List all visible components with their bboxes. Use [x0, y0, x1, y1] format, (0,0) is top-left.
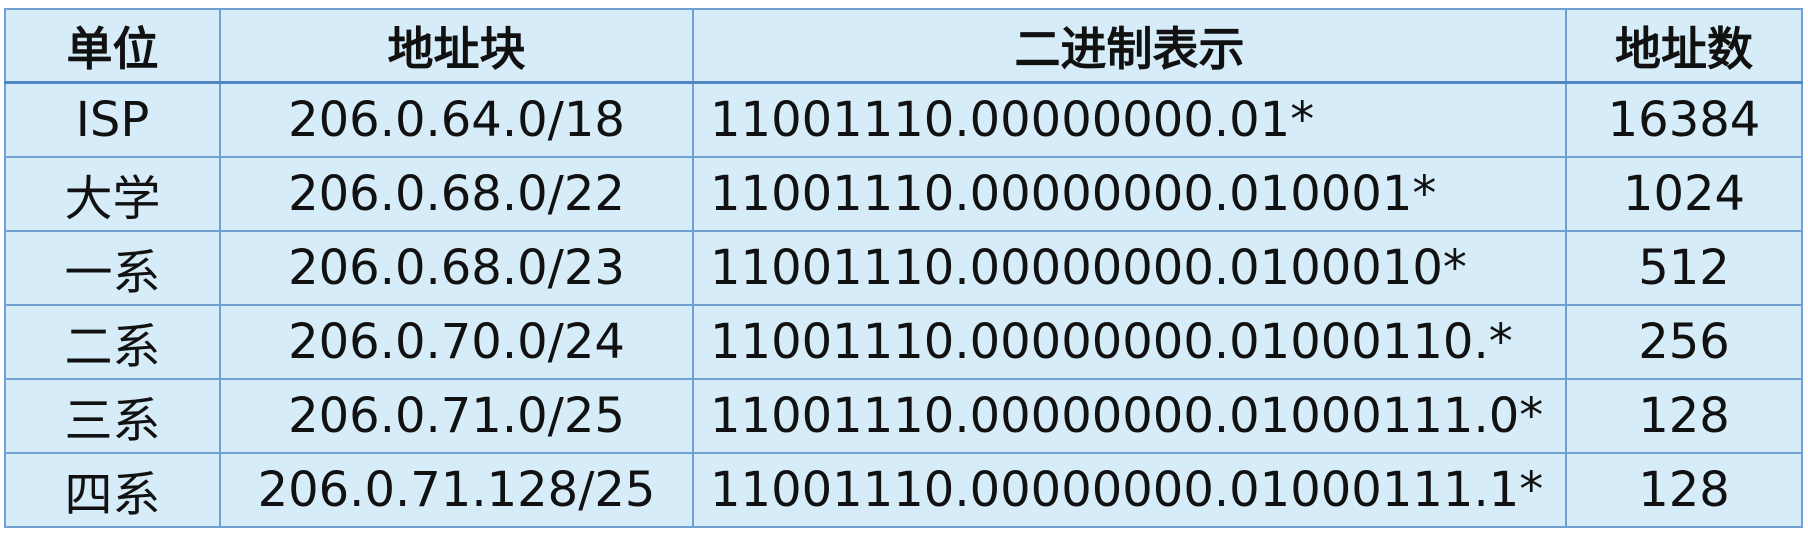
table-row: 三系 206.0.71.0/25 11001110.00000000.01000…	[4, 378, 1803, 454]
cell-binary: 11001110.00000000.010001*	[692, 156, 1567, 232]
table-container: 单位 地址块 二进制表示 地址数 ISP 206.0.64.0/18 11001…	[4, 8, 1803, 528]
table-row: 四系 206.0.71.128/25 11001110.00000000.010…	[4, 452, 1803, 528]
header-address-block: 地址块	[219, 8, 694, 84]
cell-address-block: 206.0.70.0/24	[219, 304, 694, 380]
cell-unit: 二系	[4, 304, 221, 380]
cell-unit: 一系	[4, 230, 221, 306]
cell-address-count: 128	[1565, 378, 1803, 454]
table-body: ISP 206.0.64.0/18 11001110.00000000.01* …	[4, 81, 1803, 528]
cell-address-block: 206.0.68.0/23	[219, 230, 694, 306]
cell-address-block: 206.0.68.0/22	[219, 156, 694, 232]
cell-address-count: 256	[1565, 304, 1803, 380]
header-unit: 单位	[4, 8, 221, 84]
cell-address-block: 206.0.64.0/18	[219, 81, 694, 158]
header-address-count: 地址数	[1565, 8, 1803, 84]
cell-binary: 11001110.00000000.01000111.0*	[692, 378, 1567, 454]
cell-unit: 三系	[4, 378, 221, 454]
cell-address-count: 16384	[1565, 81, 1803, 158]
table-row: 二系 206.0.70.0/24 11001110.00000000.01000…	[4, 304, 1803, 380]
cell-address-count: 512	[1565, 230, 1803, 306]
cell-binary: 11001110.00000000.0100010*	[692, 230, 1567, 306]
cell-unit: 四系	[4, 452, 221, 528]
cell-address-block: 206.0.71.128/25	[219, 452, 694, 528]
cell-address-block: 206.0.71.0/25	[219, 378, 694, 454]
cell-binary: 11001110.00000000.01000111.1*	[692, 452, 1567, 528]
table-row: 大学 206.0.68.0/22 11001110.00000000.01000…	[4, 156, 1803, 232]
header-binary-representation: 二进制表示	[692, 8, 1567, 84]
address-allocation-table: 单位 地址块 二进制表示 地址数 ISP 206.0.64.0/18 11001…	[4, 8, 1803, 528]
cell-address-count: 128	[1565, 452, 1803, 528]
table-header: 单位 地址块 二进制表示 地址数	[4, 8, 1803, 84]
cell-binary: 11001110.00000000.01000110.*	[692, 304, 1567, 380]
cell-address-count: 1024	[1565, 156, 1803, 232]
cell-unit: 大学	[4, 156, 221, 232]
cell-binary: 11001110.00000000.01*	[692, 81, 1567, 158]
table-row: 一系 206.0.68.0/23 11001110.00000000.01000…	[4, 230, 1803, 306]
cell-unit: ISP	[4, 81, 221, 158]
header-row: 单位 地址块 二进制表示 地址数	[4, 8, 1803, 84]
table-row: ISP 206.0.64.0/18 11001110.00000000.01* …	[4, 81, 1803, 158]
